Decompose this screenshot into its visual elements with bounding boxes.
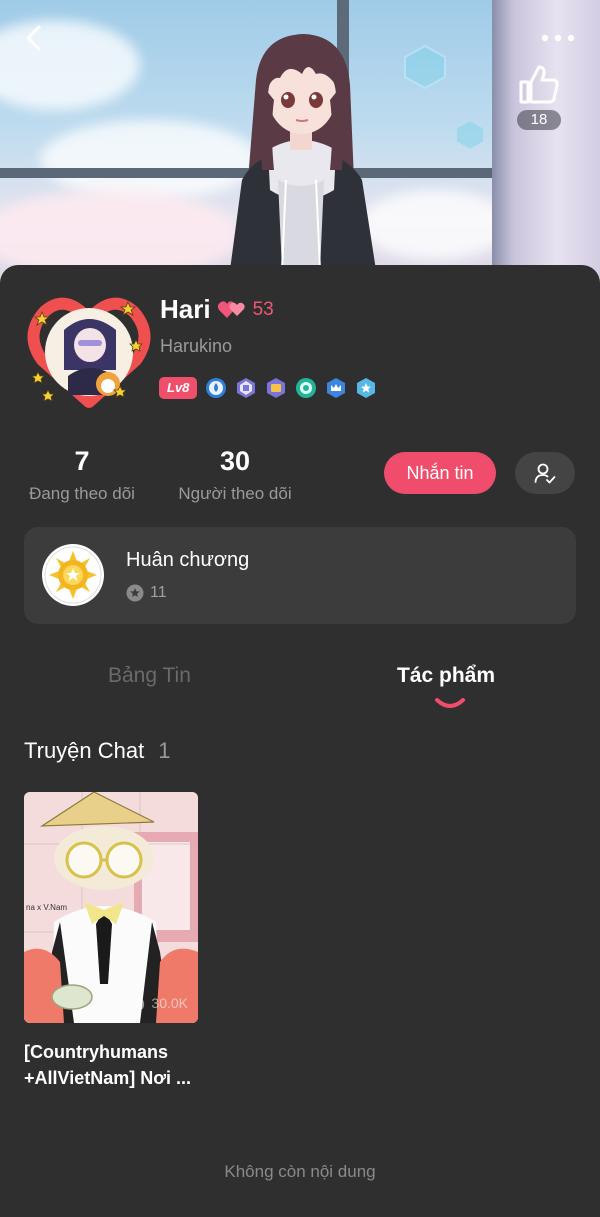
profile-name-row: Hari 53 [160,294,274,325]
badge-row: Lv8 [159,377,377,399]
follow-button[interactable] [515,452,575,494]
profile-name: Hari [160,294,211,324]
story-view-count: 30.0K [151,995,188,1011]
like-button[interactable]: 18 [516,62,562,130]
thumbs-up-icon [519,65,559,104]
profile-username: Harukino [160,336,233,356]
hexagon-decoration [456,121,484,149]
message-button[interactable]: Nhắn tin [384,452,496,494]
sun-medal-icon [44,546,102,604]
avatar-image [27,297,151,408]
fire-icon [135,996,145,1010]
story-cover-image: na x V.Nam [24,792,198,1023]
medal-star-icon [126,584,144,602]
story-title-line-2: +AllVietNam] Nơi ... [24,1068,192,1088]
active-tab-indicator [435,698,465,708]
medals-count-row: 11 [126,584,167,602]
leaf-medal-icon[interactable] [295,377,317,399]
drop-medal-icon[interactable] [205,377,227,399]
medals-title: Huân chương [126,549,250,571]
crown-medal-icon[interactable] [325,377,347,399]
character-illustration [230,34,376,270]
followers-stat[interactable]: 30 Người theo dõi [174,446,296,504]
section-header: Truyện Chat 1 [24,738,171,764]
more-options-button[interactable] [538,26,578,50]
avatar[interactable] [24,290,154,415]
tab-feed[interactable]: Bảng Tin [108,664,191,688]
story-cover: na x V.Nam 30.0K [24,792,198,1023]
story-title-line-1: [Countryhumans [24,1042,168,1062]
more-horizontal-icon [541,34,575,42]
tab-works[interactable]: Tác phẩm [397,664,495,688]
following-label: Đang theo dõi [29,484,135,503]
profile-banner [0,0,600,290]
section-count: 1 [158,738,171,763]
user-check-icon [534,463,556,484]
back-button[interactable] [18,22,50,54]
card-medal-icon[interactable] [265,377,287,399]
profile-number: 53 [252,298,274,320]
story-title: [Countryhumans +AllVietNam] Nơi ... [24,1039,204,1091]
story-views: 30.0K [133,995,188,1011]
star-medal-icon[interactable] [355,377,377,399]
story-cover-text: na x V.Nam [26,903,67,912]
hexagon-decoration [404,44,446,90]
end-of-content-text: Không còn nội dung [224,1162,376,1181]
section-title: Truyện Chat [24,738,145,763]
book-medal-icon[interactable] [235,377,257,399]
level-badge[interactable]: Lv8 [159,377,198,399]
like-count: 18 [517,110,561,130]
followers-count: 30 [219,446,251,476]
medal-icon-wrap [42,544,104,606]
story-item[interactable]: na x V.Nam 30.0K [Countryhumans +AllViet… [24,792,198,1091]
following-stat[interactable]: 7 Đang theo dõi [24,446,140,504]
following-count: 7 [74,446,90,476]
followers-label: Người theo dõi [178,484,292,503]
chevron-left-icon [26,25,41,51]
medals-count: 11 [150,584,167,601]
medals-card[interactable]: Huân chương 11 [24,527,576,624]
hearts-icon [217,300,245,318]
